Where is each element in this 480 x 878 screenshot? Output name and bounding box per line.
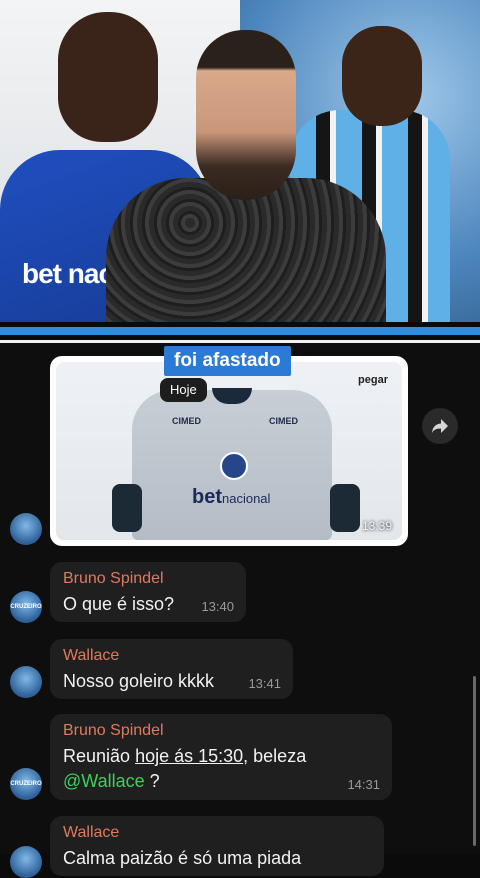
avatar[interactable]: [10, 513, 42, 545]
image-message-time: 13:39: [362, 519, 393, 533]
sender-name[interactable]: Bruno Spindel: [63, 722, 379, 740]
message-text-prefix: Reunião: [63, 746, 136, 766]
message-text: Reunião hoje ás 15:30, beleza: [63, 746, 379, 767]
message-bubble[interactable]: Wallace Nosso goleiro kkkk 13:41: [50, 639, 293, 699]
message-time: 13:41: [248, 676, 281, 691]
jersey-sponsor-rest: nacional: [222, 491, 271, 506]
jersey-sponsor-bold: bet: [192, 486, 222, 508]
club-crest-icon: [220, 452, 248, 480]
video-frame: bet naci: [0, 0, 480, 322]
date-chip: Hoje: [160, 378, 207, 402]
date-link[interactable]: hoje ás 15:30: [135, 746, 243, 766]
message-time: 13:40: [201, 599, 234, 614]
image-overlay-text: pegar: [358, 374, 388, 386]
chat-scrollbar[interactable]: [473, 676, 476, 846]
message-text: Calma paizão é só uma piada: [63, 848, 302, 868]
sender-name[interactable]: Wallace: [63, 824, 371, 842]
forward-button[interactable]: [422, 408, 458, 444]
goalkeeper-jersey: CIMED CIMED betnacional: [132, 388, 332, 540]
avatar[interactable]: [10, 666, 42, 698]
glove-right: [330, 484, 360, 532]
avatar[interactable]: CRUZEIRO: [10, 768, 42, 800]
message-text: Nosso goleiro kkkk: [63, 671, 215, 691]
forward-arrow-icon: [432, 419, 448, 433]
jersey-sponsor: betnacional: [192, 486, 270, 509]
video-caption: foi afastado: [164, 346, 291, 376]
presenter-head: [196, 30, 296, 200]
sender-name[interactable]: Wallace: [63, 647, 280, 665]
avatar[interactable]: [10, 846, 42, 878]
jersey-logo-right: CIMED: [269, 416, 298, 426]
message-text-suffix: , beleza: [243, 746, 307, 766]
mention-link[interactable]: @Wallace: [63, 771, 145, 791]
message-time: 14:31: [347, 777, 380, 792]
message-bubble[interactable]: Bruno Spindel Reunião hoje ás 15:30, bel…: [50, 714, 392, 800]
message-bubble[interactable]: Wallace Calma paizão é só uma piada: [50, 816, 384, 876]
mention-suffix: ?: [144, 771, 160, 791]
glove-left: [112, 484, 142, 532]
message-bubble[interactable]: Bruno Spindel O que é isso? 13:40: [50, 562, 246, 622]
player-left-head: [58, 12, 158, 142]
divider-blue: [0, 327, 480, 335]
message-text-line2: @Wallace ?: [63, 771, 379, 792]
jersey-collar: [212, 388, 252, 404]
avatar[interactable]: CRUZEIRO: [10, 591, 42, 623]
player-right-head: [342, 26, 422, 126]
sender-name[interactable]: Bruno Spindel: [63, 570, 233, 588]
jersey-logo-left: CIMED: [172, 416, 201, 426]
